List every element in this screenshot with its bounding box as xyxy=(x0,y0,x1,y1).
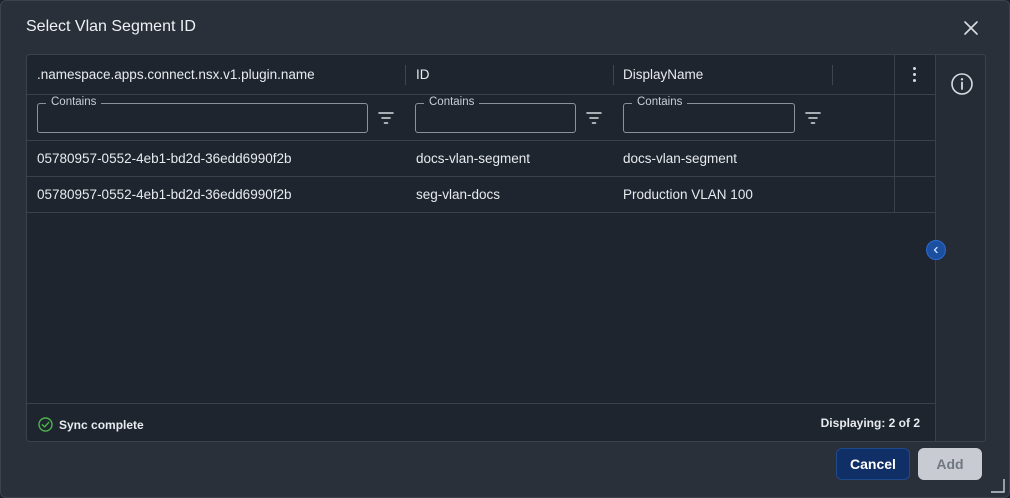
column-header-display-name[interactable]: DisplayName xyxy=(623,55,703,95)
filter-label: Contains xyxy=(632,96,688,108)
grid-panel: .namespace.apps.connect.nsx.v1.plugin.na… xyxy=(26,54,986,442)
filter-display-name[interactable]: Contains xyxy=(623,96,795,133)
select-vlan-dialog: Select Vlan Segment ID .namespace.apps.c… xyxy=(0,0,1010,498)
cell-plugin-name: 05780957-0552-4eb1-bd2d-36edd6990f2b xyxy=(37,187,292,202)
cell-plugin-name: 05780957-0552-4eb1-bd2d-36edd6990f2b xyxy=(37,151,292,166)
column-header-id[interactable]: ID xyxy=(416,55,430,95)
filter-id-input[interactable] xyxy=(416,104,575,132)
row-count: Displaying: 2 of 2 xyxy=(820,416,920,430)
dialog-title: Select Vlan Segment ID xyxy=(26,18,196,35)
filter-icon[interactable] xyxy=(586,112,602,124)
column-menu-cell xyxy=(894,55,935,141)
chevron-left-icon xyxy=(933,246,938,254)
sync-status-text: Sync complete xyxy=(59,417,144,432)
column-resize-handle[interactable] xyxy=(832,65,833,85)
filter-plugin-name-input[interactable] xyxy=(38,104,367,132)
cancel-button[interactable]: Cancel xyxy=(836,448,910,480)
filter-label: Contains xyxy=(46,96,102,108)
grid-filter-row: Contains Contains Contains xyxy=(27,95,935,141)
close-button[interactable] xyxy=(961,18,981,38)
grid-footer: Sync complete Displaying: 2 of 2 xyxy=(27,403,935,441)
column-resize-handle[interactable] xyxy=(613,65,614,85)
row-end-cell xyxy=(894,177,935,212)
resize-handle-icon[interactable] xyxy=(989,477,1005,493)
filter-id[interactable]: Contains xyxy=(415,96,576,133)
cell-display-name: docs-vlan-segment xyxy=(623,151,738,166)
close-icon xyxy=(964,21,978,35)
cell-id: seg-vlan-docs xyxy=(416,187,501,202)
filter-display-name-input[interactable] xyxy=(624,104,794,132)
cell-display-name: Production VLAN 100 xyxy=(623,187,753,202)
table-row[interactable]: 05780957-0552-4eb1-bd2d-36edd6990f2b seg… xyxy=(27,177,935,213)
column-resize-handle[interactable] xyxy=(405,65,406,85)
info-icon[interactable] xyxy=(950,72,974,96)
collapse-panel-button[interactable] xyxy=(926,240,946,260)
row-end-cell xyxy=(894,141,935,176)
sync-status: Sync complete xyxy=(38,417,144,432)
cell-id: docs-vlan-segment xyxy=(416,151,531,166)
filter-label: Contains xyxy=(424,96,480,108)
kebab-menu-icon[interactable] xyxy=(913,67,917,83)
table-row[interactable]: 05780957-0552-4eb1-bd2d-36edd6990f2b doc… xyxy=(27,141,935,177)
check-circle-icon xyxy=(38,417,53,432)
filter-icon[interactable] xyxy=(378,112,394,124)
filter-plugin-name[interactable]: Contains xyxy=(37,96,368,133)
add-button[interactable]: Add xyxy=(918,448,982,480)
filter-icon[interactable] xyxy=(805,112,821,124)
data-grid: .namespace.apps.connect.nsx.v1.plugin.na… xyxy=(27,55,935,441)
grid-header-row: .namespace.apps.connect.nsx.v1.plugin.na… xyxy=(27,55,935,95)
side-rail xyxy=(926,55,985,441)
column-header-plugin-name[interactable]: .namespace.apps.connect.nsx.v1.plugin.na… xyxy=(37,55,315,95)
